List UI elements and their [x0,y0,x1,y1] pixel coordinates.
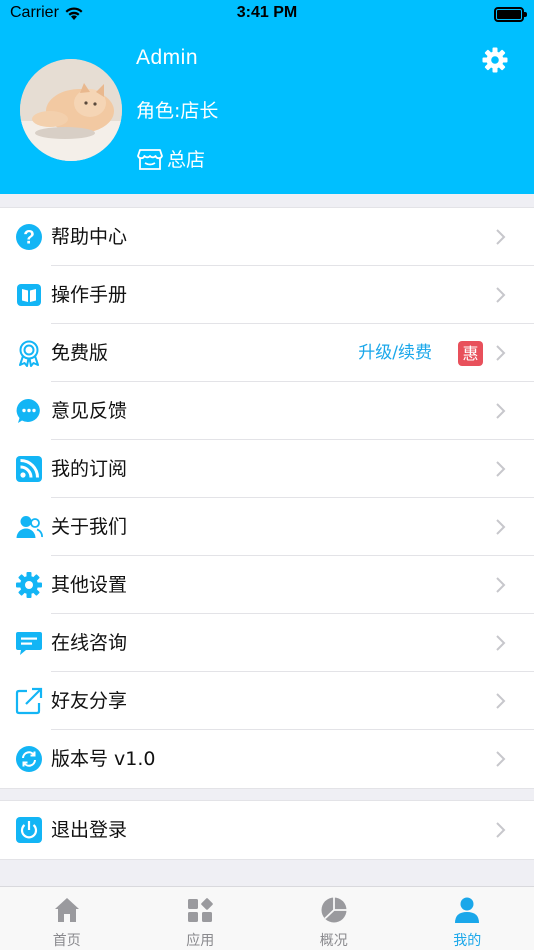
pie-chart-icon [321,897,347,923]
menu-item-label: 在线咨询 [51,632,128,654]
settings-gear-icon[interactable] [481,46,509,74]
svg-text:?: ? [23,228,35,249]
home-icon [54,898,79,922]
tab-overview[interactable]: 概况 [267,887,401,950]
status-bar: Carrier 3:41 PM [0,0,534,30]
award-icon [19,340,39,367]
menu-item-label: 操作手册 [51,284,128,306]
store-info: 总店 [136,144,205,172]
help-icon: ? [16,224,42,250]
share-icon [15,687,43,715]
power-icon [16,817,42,843]
menu-item-help-center[interactable]: ? 帮助中心 [0,208,534,266]
menu-item-share-with-friends[interactable]: 好友分享 [0,672,534,730]
menu-item-my-subscription[interactable]: 我的订阅 [0,440,534,498]
chevron-right-icon [496,287,506,303]
battery-icon [494,7,527,22]
chat-icon [16,632,42,655]
user-role: 角色:店长 [136,100,219,122]
menu-item-label: 退出登录 [51,819,128,841]
feedback-icon [16,398,40,423]
settings-menu: ? 帮助中心 操作手册 免费版 升级/续费 惠 意见反馈 我的订阅 关于我们 其… [0,207,534,789]
user-icon [455,897,480,923]
menu-item-label: 好友分享 [51,690,128,712]
clock: 3:41 PM [236,4,298,21]
tab-label: 首页 [52,933,81,949]
chevron-right-icon [496,519,506,535]
chevron-right-icon [496,229,506,245]
menu-item-label: 关于我们 [51,516,128,538]
tab-label: 概况 [319,933,348,949]
username: Admin [136,46,199,69]
menu-item-label: 帮助中心 [51,226,128,248]
upgrade-renew-link[interactable]: 升级/续费 [358,324,432,382]
avatar[interactable] [20,59,122,161]
menu-item-version[interactable]: 版本号 v1.0 [0,730,534,788]
chevron-right-icon [496,693,506,709]
tab-apps[interactable]: 应用 [134,887,268,950]
menu-item-label: 我的订阅 [51,458,128,480]
chevron-right-icon [496,403,506,419]
tab-bar: 首页 应用 概况 我的 [0,886,534,950]
menu-item-label: 其他设置 [51,574,128,596]
book-icon [17,284,41,306]
chevron-right-icon [496,751,506,767]
menu-item-label: 免费版 [51,342,109,364]
chevron-right-icon [496,822,506,838]
logout-section: 退出登录 [0,800,534,860]
menu-item-about-us[interactable]: 关于我们 [0,498,534,556]
profile-header: Admin 角色:店长 总店 [0,30,534,194]
store-name: 总店 [167,148,206,171]
apps-icon [188,898,213,922]
tab-label: 应用 [186,933,215,949]
menu-item-label: 版本号 v1.0 [51,748,156,770]
gear-icon [16,572,42,598]
menu-item-online-consultation[interactable]: 在线咨询 [0,614,534,672]
chevron-right-icon [496,345,506,361]
promo-badge: 惠 [458,341,483,366]
logout-button[interactable]: 退出登录 [0,801,534,859]
menu-item-label: 意见反馈 [51,400,128,422]
menu-item-feedback[interactable]: 意见反馈 [0,382,534,440]
tab-home[interactable]: 首页 [0,887,134,950]
menu-item-other-settings[interactable]: 其他设置 [0,556,534,614]
store-icon [137,149,163,170]
chevron-right-icon [496,577,506,593]
menu-item-free-edition[interactable]: 免费版 升级/续费 惠 [0,324,534,382]
rss-icon [16,456,42,482]
refresh-icon [16,746,42,772]
tab-label: 我的 [453,933,482,949]
chevron-right-icon [496,461,506,477]
tab-mine[interactable]: 我的 [401,887,534,950]
chevron-right-icon [496,635,506,651]
avatar-image [20,59,122,161]
menu-item-user-manual[interactable]: 操作手册 [0,266,534,324]
users-icon [16,516,43,538]
